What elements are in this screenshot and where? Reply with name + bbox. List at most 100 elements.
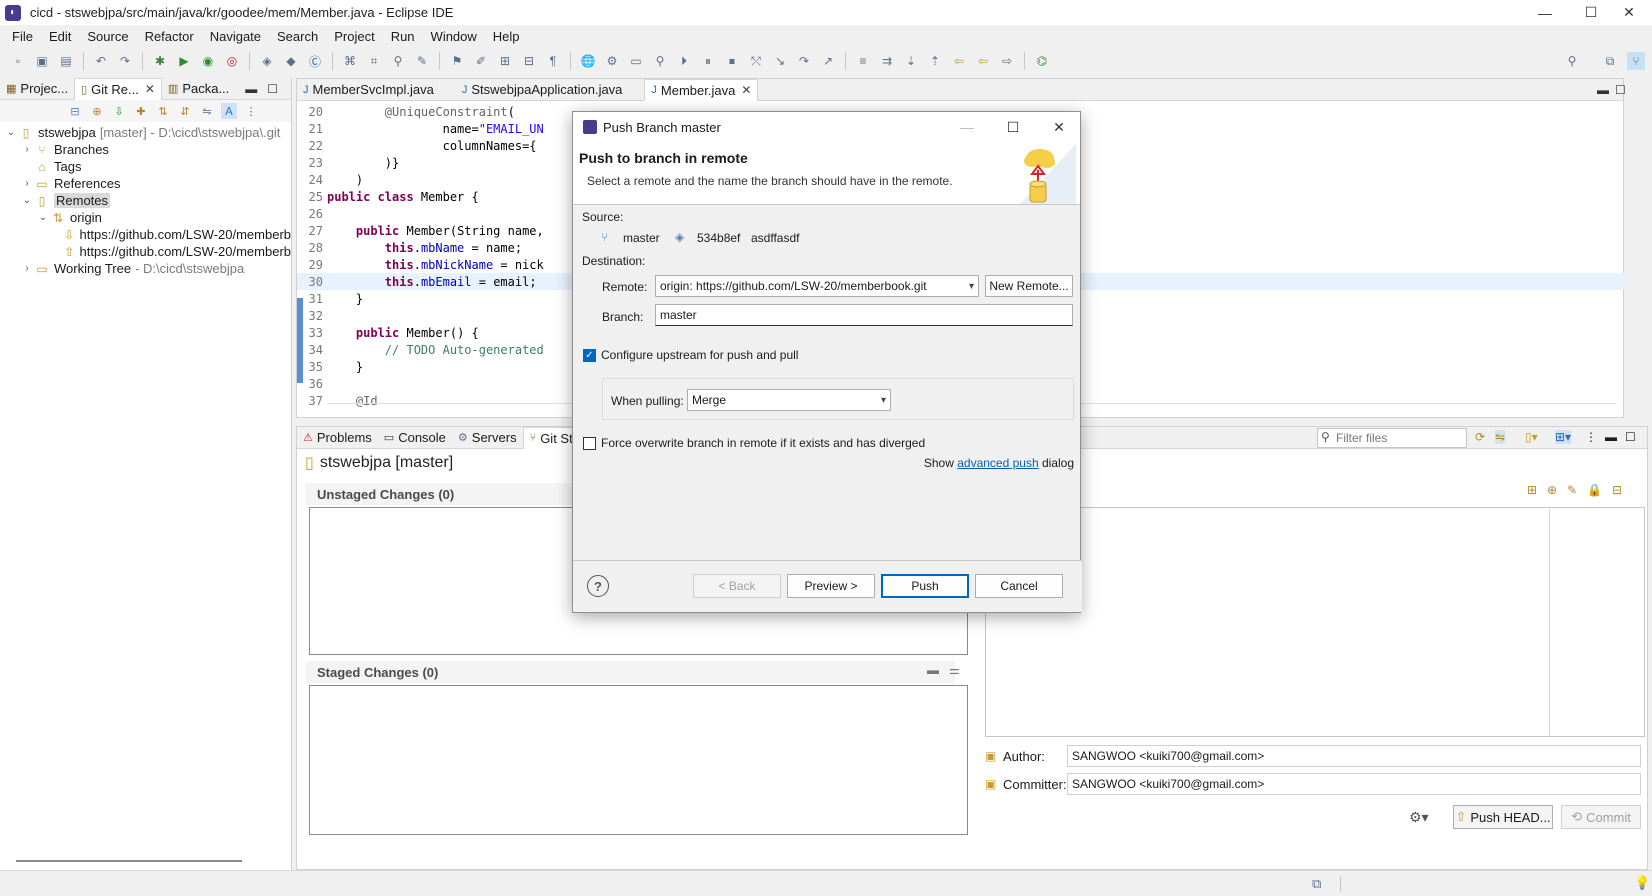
new-package-icon[interactable]: ◆ bbox=[282, 52, 300, 70]
configure-upstream-checkbox[interactable]: ✓ Configure upstream for push and pull bbox=[583, 348, 798, 362]
close-tab-icon[interactable]: ✕ bbox=[741, 83, 751, 97]
tab-member-java[interactable]: J Member.java ✕ bbox=[644, 78, 759, 101]
forward-icon[interactable]: ⇨ bbox=[998, 52, 1016, 70]
clone-repo-icon[interactable]: ⇩ bbox=[111, 103, 127, 119]
block-selection-icon[interactable]: ⊞ bbox=[496, 52, 514, 70]
menu-source[interactable]: Source bbox=[79, 29, 136, 44]
left-horizontal-scrollbar[interactable] bbox=[16, 860, 242, 862]
status-tasks-icon[interactable]: ⧉ bbox=[1312, 876, 1321, 892]
menu-refactor[interactable]: Refactor bbox=[137, 29, 202, 44]
external-tools-icon[interactable]: ◎ bbox=[223, 52, 241, 70]
tab-console[interactable]: ▭ Console bbox=[378, 427, 452, 449]
tab-problems[interactable]: ⚠ Problems bbox=[297, 427, 378, 449]
new-icon[interactable]: ▫ bbox=[9, 52, 27, 70]
maximize-view-icon[interactable]: ☐ bbox=[267, 82, 278, 96]
menu-run[interactable]: Run bbox=[383, 29, 423, 44]
filter-files-input[interactable]: Filter files bbox=[1317, 428, 1467, 448]
tab-stswebjpa-application[interactable]: J StswebjpaApplication.java bbox=[456, 79, 629, 101]
tree-item[interactable]: ⇩ https://github.com/LSW-20/memberb bbox=[0, 226, 291, 243]
tree-item[interactable]: ⇧ https://github.com/LSW-20/memberb bbox=[0, 243, 291, 260]
tree-item[interactable]: ⌄ ⇅ origin bbox=[0, 209, 291, 226]
tree-item[interactable]: › ▭ References bbox=[0, 175, 291, 192]
use-step-filters-icon[interactable]: ⇉ bbox=[878, 52, 896, 70]
coverage-icon[interactable]: ◉ bbox=[199, 52, 217, 70]
spring-icon[interactable]: ⚙ bbox=[603, 52, 621, 70]
git-perspective-icon[interactable]: ⑂ bbox=[1627, 52, 1645, 70]
step-into-icon[interactable]: ↘ bbox=[771, 52, 789, 70]
menu-edit[interactable]: Edit bbox=[41, 29, 79, 44]
branch-input[interactable]: master bbox=[655, 304, 1073, 326]
disconnect-icon[interactable]: ⤲ bbox=[747, 52, 765, 70]
tree-item[interactable]: ⌄ ▯ Remotes bbox=[0, 192, 291, 209]
tab-membersvcimpl[interactable]: J MemberSvcImpl.java bbox=[297, 79, 440, 101]
layout-toggle-icon[interactable]: ⊞▾ bbox=[1555, 430, 1572, 444]
web-browser-icon[interactable]: 🌐 bbox=[579, 52, 597, 70]
pin-editor-icon[interactable]: ⌬ bbox=[1033, 52, 1051, 70]
new-class-icon[interactable]: Ⓒ bbox=[306, 52, 324, 70]
step-over-icon[interactable]: ↷ bbox=[795, 52, 813, 70]
open-perspective-icon[interactable]: ⧉ bbox=[1601, 52, 1619, 70]
open-type-icon[interactable]: ⌘ bbox=[341, 52, 359, 70]
help-icon[interactable]: ? bbox=[587, 575, 609, 597]
fetch-icon[interactable]: ⇵ bbox=[177, 103, 193, 119]
tree-item[interactable]: › ⑂ Branches bbox=[0, 141, 291, 158]
chevron-down-icon[interactable]: ⌄ bbox=[20, 195, 34, 206]
new-java-project-icon[interactable]: ◈ bbox=[258, 52, 276, 70]
tab-servers[interactable]: ⚙ Servers bbox=[452, 427, 523, 449]
force-overwrite-checkbox[interactable]: Force overwrite branch in remote if it e… bbox=[583, 436, 925, 450]
tab-git-repositories[interactable]: ▯ Git Re... ✕ bbox=[74, 77, 162, 100]
push-head-button[interactable]: ⇧ Push HEAD... bbox=[1453, 805, 1553, 829]
close-window-button[interactable]: ✕ bbox=[1606, 0, 1652, 25]
view-menu-icon[interactable]: ⋮ bbox=[243, 103, 259, 119]
advanced-push-link[interactable]: advanced push bbox=[957, 456, 1038, 470]
tip-lightbulb-icon[interactable]: 💡 bbox=[1634, 875, 1650, 891]
zoom-icon[interactable]: ⚲ bbox=[651, 52, 669, 70]
menu-search[interactable]: Search bbox=[269, 29, 326, 44]
search-icon[interactable]: ⚲ bbox=[1563, 52, 1581, 70]
tab-project-explorer[interactable]: ▦ Projec... bbox=[0, 78, 74, 100]
dialog-maximize-button[interactable]: ☐ bbox=[991, 112, 1035, 142]
save-icon[interactable]: ▣ bbox=[33, 52, 51, 70]
tree-item[interactable]: ⌄ ▯ stswebjpa [master] - D:\cicd\stswebjpa\… bbox=[0, 124, 291, 141]
pin-icon[interactable]: ⚑ bbox=[448, 52, 466, 70]
unstage-all-icon[interactable]: ⚌ bbox=[949, 663, 960, 677]
menu-help[interactable]: Help bbox=[485, 29, 528, 44]
pull-icon[interactable]: ⇅ bbox=[155, 103, 171, 119]
refresh-icon[interactable]: ⟳ bbox=[1475, 430, 1485, 444]
search-toolbar-icon[interactable]: ⚲ bbox=[389, 52, 407, 70]
commit-toolbar-icons[interactable]: ⊞⊕✎🔒⊟ bbox=[1527, 483, 1632, 497]
tree-item[interactable]: ⌂ Tags bbox=[0, 158, 291, 175]
skip-breakpoints-icon[interactable]: ≡ bbox=[854, 52, 872, 70]
chevron-right-icon[interactable]: › bbox=[20, 144, 34, 155]
minimize-editor-icon[interactable]: ▬ bbox=[1597, 83, 1609, 97]
committer-field[interactable]: SANGWOO <kuiki700@gmail.com> bbox=[1067, 773, 1641, 795]
prev-annotation-icon[interactable]: ⇡ bbox=[926, 52, 944, 70]
tree-item[interactable]: › ▭ Working Tree - D:\cicd\stswebjpa bbox=[0, 260, 291, 277]
link-selection-icon[interactable]: ⇋ bbox=[1495, 430, 1506, 444]
cancel-button[interactable]: Cancel bbox=[975, 574, 1063, 598]
add-repo-icon[interactable]: ⊕ bbox=[89, 103, 105, 119]
collapse-all-icon[interactable]: ⊟ bbox=[67, 103, 83, 119]
suspend-icon[interactable]: ⏸ bbox=[699, 52, 717, 70]
repo-selector-icon[interactable]: ▯▾ bbox=[1525, 430, 1538, 444]
menu-file[interactable]: File bbox=[4, 29, 41, 44]
next-annotation-icon[interactable]: ⇣ bbox=[902, 52, 920, 70]
menu-window[interactable]: Window bbox=[423, 29, 485, 44]
remote-combo[interactable]: origin: https://github.com/LSW-20/member… bbox=[655, 275, 979, 297]
open-task-icon[interactable]: ⌗ bbox=[365, 52, 383, 70]
chevron-down-icon[interactable]: ⌄ bbox=[4, 127, 18, 138]
menu-project[interactable]: Project bbox=[326, 29, 382, 44]
close-tab-icon[interactable]: ✕ bbox=[145, 82, 155, 96]
redo-icon[interactable]: ↷ bbox=[116, 52, 134, 70]
annotation-icon[interactable]: ✎ bbox=[413, 52, 431, 70]
unstage-icon[interactable]: ▬ bbox=[927, 663, 939, 677]
maximize-view-icon[interactable]: ☐ bbox=[1625, 430, 1636, 444]
new-remote-button[interactable]: New Remote... bbox=[985, 275, 1073, 297]
commit-message-input[interactable] bbox=[985, 507, 1645, 737]
save-all-icon[interactable]: ▤ bbox=[57, 52, 75, 70]
word-wrap-icon[interactable]: ⊟ bbox=[520, 52, 538, 70]
minimize-button[interactable]: — bbox=[1522, 0, 1568, 25]
back-button[interactable]: < Back bbox=[693, 574, 781, 598]
settings-gear-icon[interactable]: ⚙▾ bbox=[1409, 809, 1429, 826]
maximize-editor-icon[interactable]: ☐ bbox=[1615, 83, 1626, 97]
